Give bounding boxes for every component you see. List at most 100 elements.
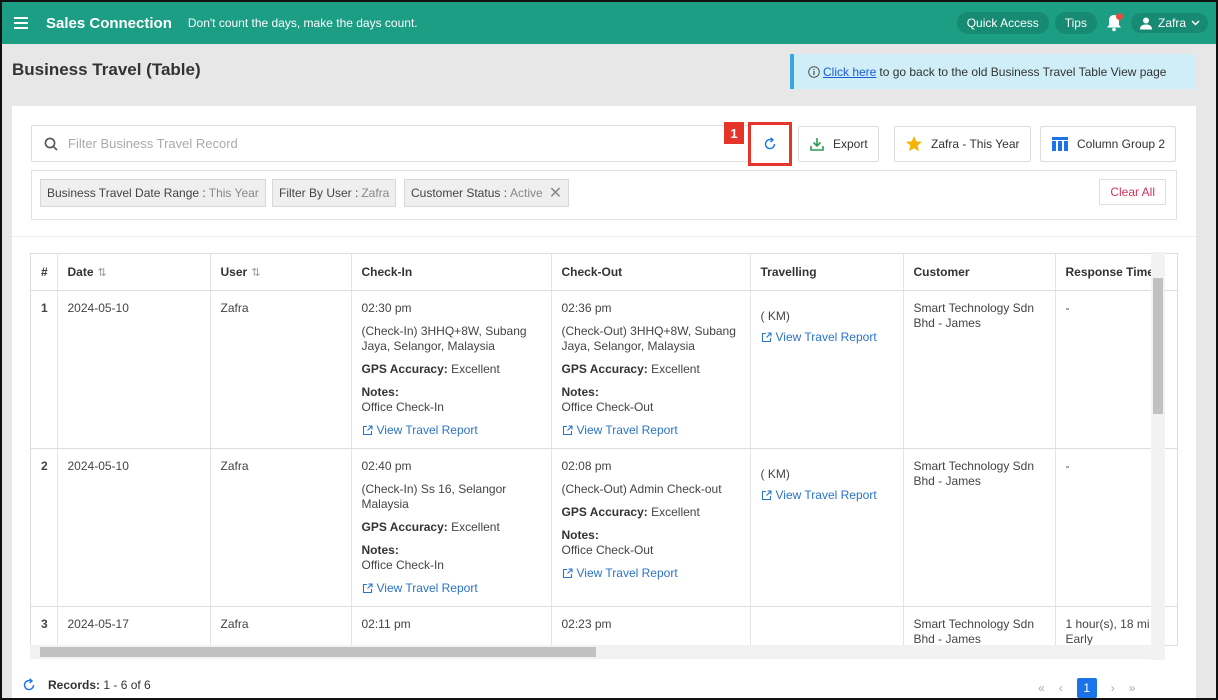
external-link-icon [562,567,573,578]
notes-value: Office Check-In [361,399,444,414]
sort-icon[interactable]: ⇅ [98,267,107,279]
divider [12,236,1196,237]
first-page-icon[interactable]: « [1038,681,1045,695]
column-header-travelling: Travelling [750,254,904,291]
gps-label: GPS Accuracy: [361,361,448,376]
info-icon [808,65,820,78]
menu-icon[interactable] [6,2,36,44]
check-in-cell: 02:40 pm (Check-In) Ss 16, Selangor Mala… [351,448,552,607]
gps-value: Excellent [451,519,500,534]
notes-label: Notes: [561,384,599,399]
customer-cell: Smart Technology Sdn Bhd - James [903,448,1056,607]
notification-bell-icon[interactable] [1103,12,1125,34]
check-in-time: 02:11 pm [361,616,411,631]
link-label: View Travel Report [576,565,678,580]
old-view-link[interactable]: Click here [823,65,876,79]
gps-accuracy: GPS Accuracy: Excellent [362,362,541,377]
prev-page-icon[interactable]: ‹ [1059,681,1063,695]
clear-all-button[interactable]: Clear All [1099,179,1166,205]
table-header-row: # Date ⇅ User ⇅ Check-In Check-Out Travell… [31,254,1177,291]
remove-filter-icon[interactable]: ✕ [549,183,562,203]
export-button[interactable]: Export [798,126,879,162]
notes-value: Office Check-In [361,557,444,572]
table-footer: Records: 1 - 6 of 6 [22,678,151,692]
filter-chip-label: Filter By User : [279,186,359,200]
page-button-active[interactable]: 1 [1076,678,1097,698]
travel-table: # Date ⇅ User ⇅ Check-In Check-Out Travell… [30,253,1178,646]
filter-chip-date-range[interactable]: Business Travel Date Range : This Year [40,179,266,207]
check-out-cell: 02:36 pm (Check-Out) 3HHQ+8W, Subang Jay… [551,290,751,449]
gps-value: Excellent [651,361,700,376]
filter-chip-user[interactable]: Filter By User : Zafra [272,179,397,207]
scrollbar-thumb[interactable] [40,647,596,657]
refresh-button[interactable] [748,122,792,166]
user-menu-button[interactable]: Zafra [1130,13,1208,33]
last-page-icon[interactable]: » [1129,681,1136,695]
notes-label: Notes: [561,527,599,542]
content-card: 1 Export Zafra - This Year Column Group … [12,106,1196,698]
check-out-time: 02:23 pm [561,616,612,631]
check-in-time: 02:30 pm [361,300,412,315]
quick-access-button[interactable]: Quick Access [956,12,1049,34]
columns-icon [1052,137,1068,151]
view-travel-report-link[interactable]: View Travel Report [562,566,740,581]
filter-chip-customer-status[interactable]: Customer Status : Active ✕ [404,179,570,207]
brand-name[interactable]: Sales Connection [46,15,172,32]
next-page-icon[interactable]: › [1111,681,1115,695]
filter-chip-label: Business Travel Date Range : [47,186,206,200]
chevron-down-icon [1191,20,1200,26]
column-header-date[interactable]: Date ⇅ [57,254,211,291]
table-row: 1 2024-05-10 Zafra 02:30 pm (Check-In) 3… [31,290,1177,449]
column-header-customer: Customer [903,254,1056,291]
filter-chip-label: Customer Status : [411,186,508,200]
column-header-label: Date [67,264,94,279]
vertical-scrollbar[interactable] [1151,252,1165,660]
column-header-check-out: Check-Out [551,254,751,291]
row-number: 1 [31,290,58,449]
travelling-cell [750,606,904,645]
sort-icon[interactable]: ⇅ [251,267,260,279]
tips-button[interactable]: Tips [1054,12,1097,34]
notes-value: Office Check-Out [561,399,654,414]
column-group-button[interactable]: Column Group 2 [1040,126,1177,162]
gps-label: GPS Accuracy: [561,504,648,519]
saved-filter-label: Zafra - This Year [931,137,1020,151]
horizontal-scrollbar[interactable] [30,645,1165,659]
date-cell: 2024-05-10 [57,290,211,449]
search-input[interactable] [68,136,668,151]
row-number: 3 [31,606,58,645]
view-travel-report-link[interactable]: View Travel Report [761,330,893,345]
view-travel-report-link[interactable]: View Travel Report [761,488,893,503]
active-filters: Business Travel Date Range : This Year F… [31,170,1177,220]
view-travel-report-link[interactable]: View Travel Report [362,581,541,596]
view-travel-report-link[interactable]: View Travel Report [362,423,541,438]
top-right-actions: Quick Access Tips Zafra [956,12,1208,34]
column-header-user[interactable]: User ⇅ [210,254,352,291]
link-label: View Travel Report [576,422,678,437]
saved-filter-button[interactable]: Zafra - This Year [894,126,1031,162]
tagline: Don't count the days, make the days coun… [187,16,418,30]
customer-cell: Smart Technology Sdn Bhd - James [903,606,1056,645]
check-out-cell: 02:23 pm [551,606,751,645]
scrollbar-thumb[interactable] [1153,278,1163,414]
check-out-cell: 02:08 pm (Check-Out) Admin Check-out GPS… [551,448,751,607]
check-in-address: (Check-In) Ss 16, Selangor Malaysia [361,481,507,511]
external-link-icon [761,489,772,500]
check-out-time: 02:36 pm [561,300,612,315]
check-out-address: (Check-Out) 3HHQ+8W, Subang Jaya, Selang… [561,323,736,353]
notes-label: Notes: [361,542,399,557]
user-icon [1139,17,1152,30]
external-link-icon [761,331,772,342]
link-label: View Travel Report [376,422,478,437]
records-value: 1 - 6 of 6 [103,678,151,692]
search-bar[interactable] [31,125,750,162]
banner-text: to go back to the old Business Travel Ta… [879,64,1167,79]
refresh-icon[interactable] [22,678,36,692]
column-header-check-in: Check-In [351,254,552,291]
records-info: Records: 1 - 6 of 6 [48,678,151,692]
search-icon [44,137,58,151]
app-window: Sales Connection Don't count the days, m… [0,0,1218,700]
external-link-icon [362,582,373,593]
link-label: View Travel Report [775,487,877,502]
view-travel-report-link[interactable]: View Travel Report [562,423,740,438]
